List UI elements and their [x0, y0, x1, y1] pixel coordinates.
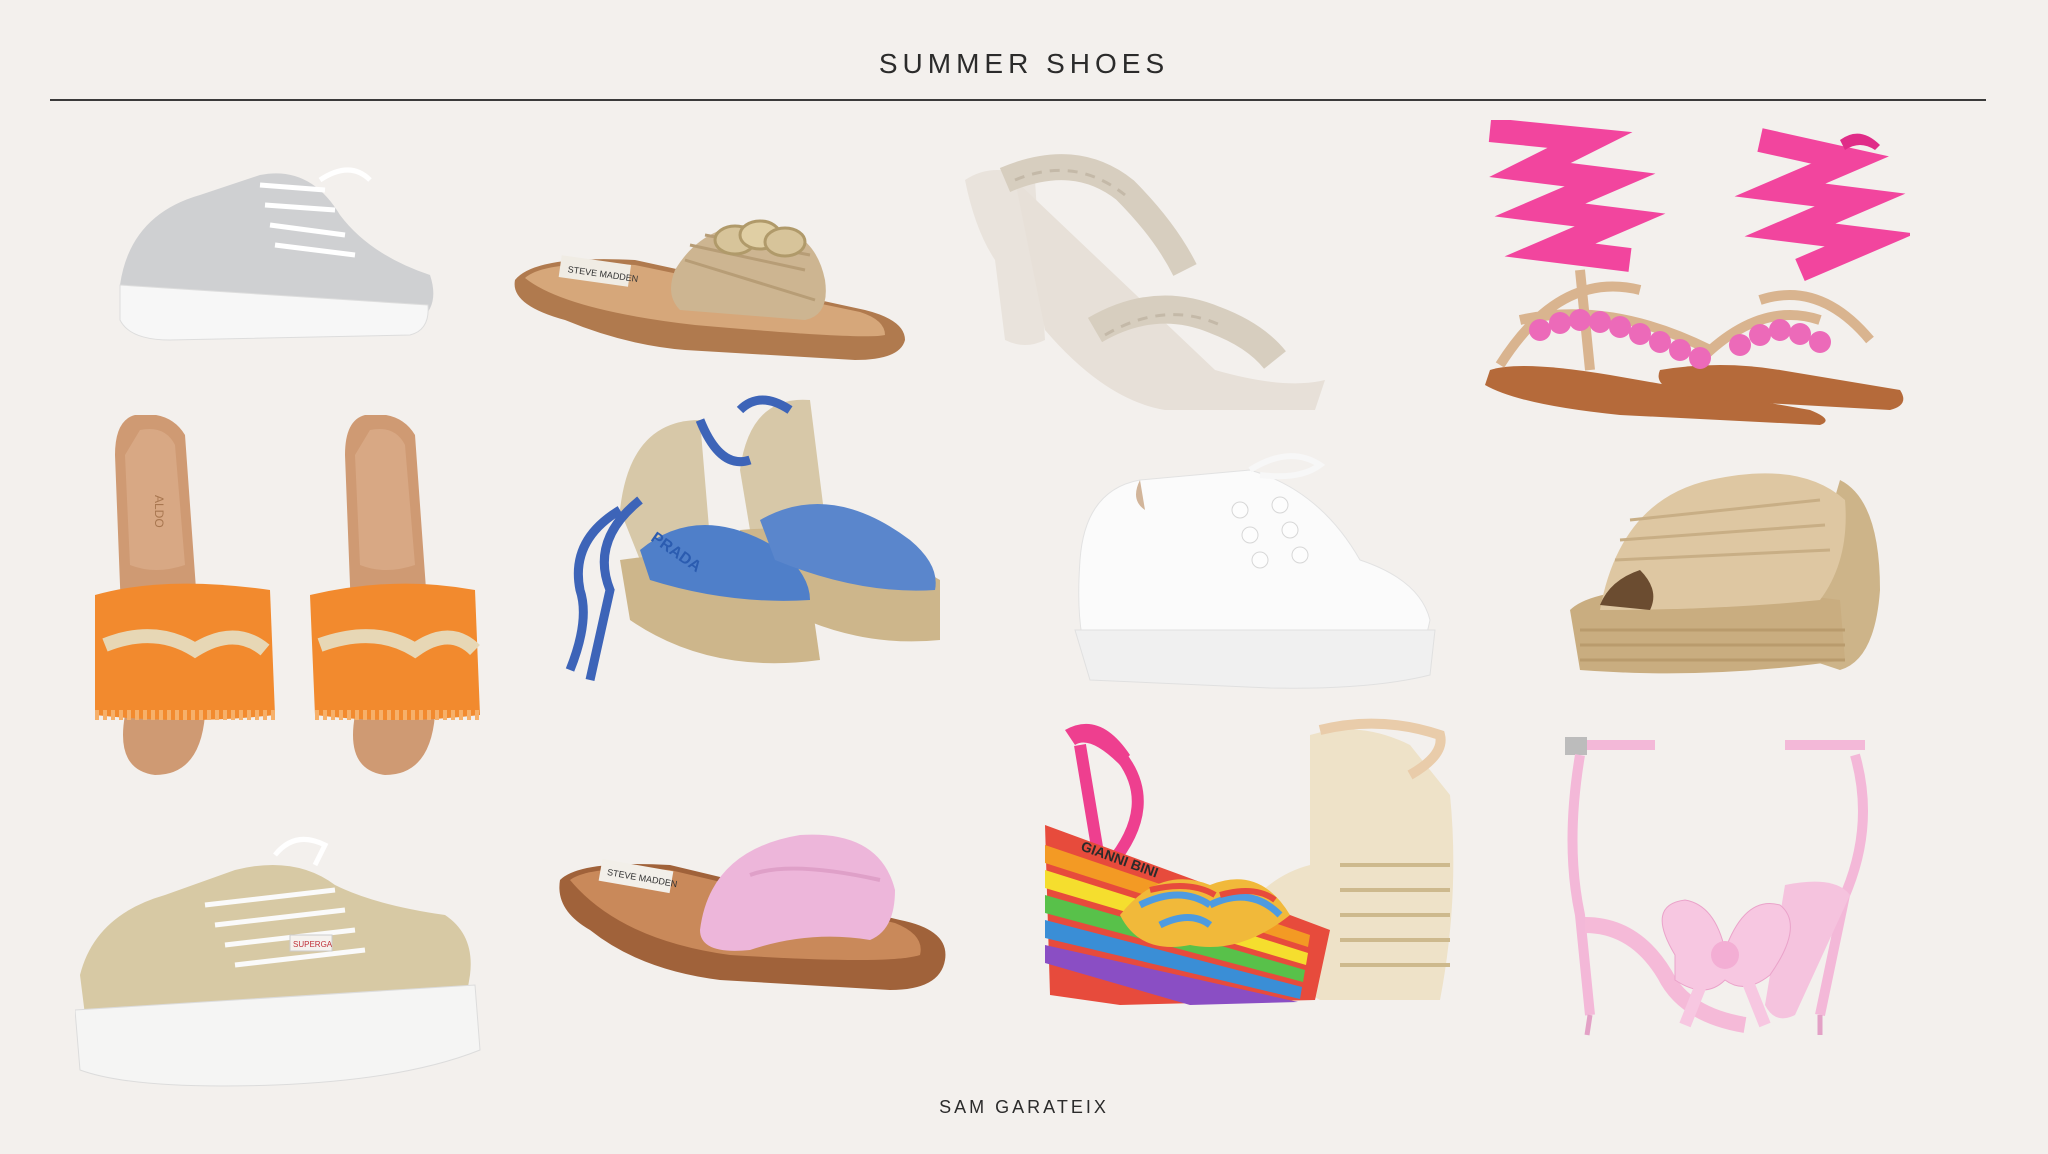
- footer-credit: SAM GARATEIX: [939, 1097, 1109, 1117]
- woven-chain-slide-image[interactable]: STEVE MADDEN: [505, 200, 915, 370]
- orange-raffia-slide-image[interactable]: ALDO: [95, 415, 485, 785]
- product-brand-label: ALDO: [152, 495, 166, 528]
- pink-slide-image[interactable]: STEVE MADDEN: [550, 830, 950, 1000]
- pink-ribbon-sandal-image[interactable]: [1460, 120, 1910, 430]
- silver-sneaker-image[interactable]: [110, 155, 440, 355]
- blue-espadrille-wedge-image[interactable]: PRADA: [560, 390, 960, 695]
- white-pearl-sneaker-image[interactable]: [1070, 450, 1440, 690]
- pink-bow-heel-image[interactable]: [1545, 725, 1895, 1050]
- gold-platform-sneaker-image[interactable]: SUPERGA: [75, 835, 485, 1090]
- page-title: SUMMER SHOES: [878, 48, 1170, 79]
- raffia-platform-mule-image[interactable]: [1560, 460, 1890, 690]
- braided-block-heel-image[interactable]: [955, 150, 1335, 410]
- product-brand-label: SUPERGA: [293, 940, 333, 949]
- title-divider: [50, 99, 1986, 101]
- rainbow-wedge-image[interactable]: GIANNI BINI: [1040, 715, 1470, 1030]
